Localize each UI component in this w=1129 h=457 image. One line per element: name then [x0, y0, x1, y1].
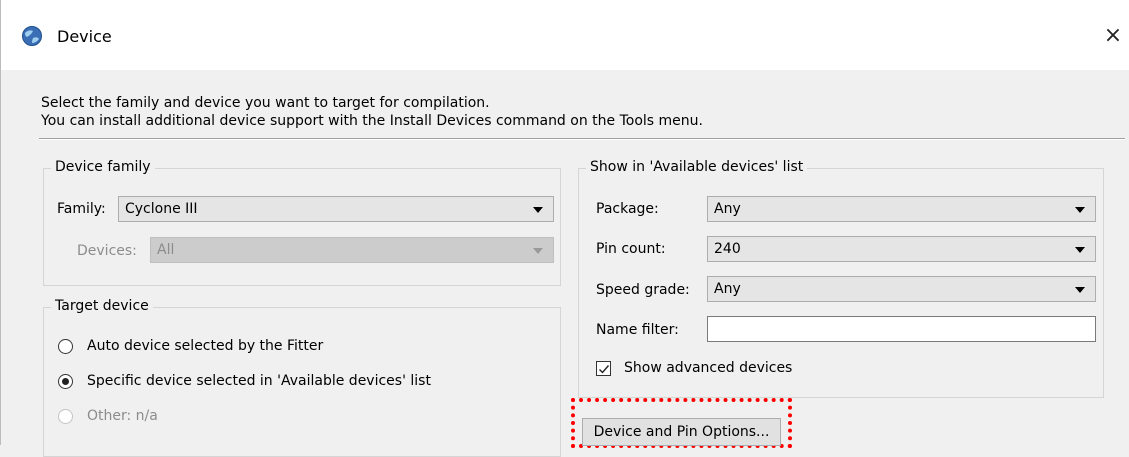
speed-grade-value: Any [714, 281, 741, 297]
pin-count-value: 240 [714, 241, 741, 257]
instruction-line-2: You can install additional device suppor… [41, 113, 703, 129]
devices-dropdown: All [150, 237, 554, 263]
pin-count-dropdown[interactable]: 240 [707, 236, 1096, 262]
instructions: Select the family and device you want to… [41, 94, 703, 130]
show-list-legend: Show in 'Available devices' list [586, 159, 808, 175]
window-title: Device [57, 27, 112, 46]
radio-other-device-label: Other: n/a [87, 408, 158, 424]
checkmark-icon [599, 365, 610, 374]
family-dropdown[interactable]: Cyclone III [118, 196, 554, 222]
package-label: Package: [596, 201, 659, 217]
chevron-down-icon [1075, 287, 1085, 293]
devices-value: All [157, 242, 175, 258]
globe-icon [21, 25, 43, 47]
show-advanced-checkbox[interactable] [596, 361, 611, 376]
device-family-legend: Device family [51, 159, 155, 175]
show-advanced-label: Show advanced devices [624, 360, 793, 376]
family-label: Family: [57, 201, 106, 217]
device-dialog: Device × Select the family and device yo… [0, 0, 1129, 457]
chevron-down-icon [1075, 247, 1085, 253]
speed-grade-dropdown[interactable]: Any [707, 276, 1096, 302]
device-pin-options-button[interactable]: Device and Pin Options... [582, 418, 781, 446]
target-device-legend: Target device [51, 298, 153, 314]
package-dropdown[interactable]: Any [707, 196, 1096, 222]
chevron-down-icon [533, 207, 543, 213]
radio-specific-device[interactable] [58, 374, 73, 389]
name-filter-input[interactable] [707, 316, 1096, 342]
speed-grade-label: Speed grade: [596, 282, 690, 298]
close-icon: × [1103, 22, 1123, 48]
chevron-down-icon [1075, 207, 1085, 213]
devices-label: Devices: [77, 243, 137, 259]
pin-count-label: Pin count: [596, 241, 666, 257]
family-value: Cyclone III [125, 201, 198, 217]
radio-specific-device-label: Specific device selected in 'Available d… [87, 373, 431, 389]
close-button[interactable]: × [1096, 18, 1129, 52]
instruction-line-1: Select the family and device you want to… [41, 95, 490, 111]
package-value: Any [714, 201, 741, 217]
radio-auto-device-label: Auto device selected by the Fitter [87, 338, 324, 354]
name-filter-label: Name filter: [596, 322, 679, 338]
chevron-down-icon [533, 248, 543, 254]
radio-other-device [58, 409, 73, 424]
separator [39, 138, 1125, 140]
title-bar: Device × [1, 0, 1129, 70]
radio-auto-device[interactable] [58, 339, 73, 354]
device-family-group [43, 168, 561, 286]
